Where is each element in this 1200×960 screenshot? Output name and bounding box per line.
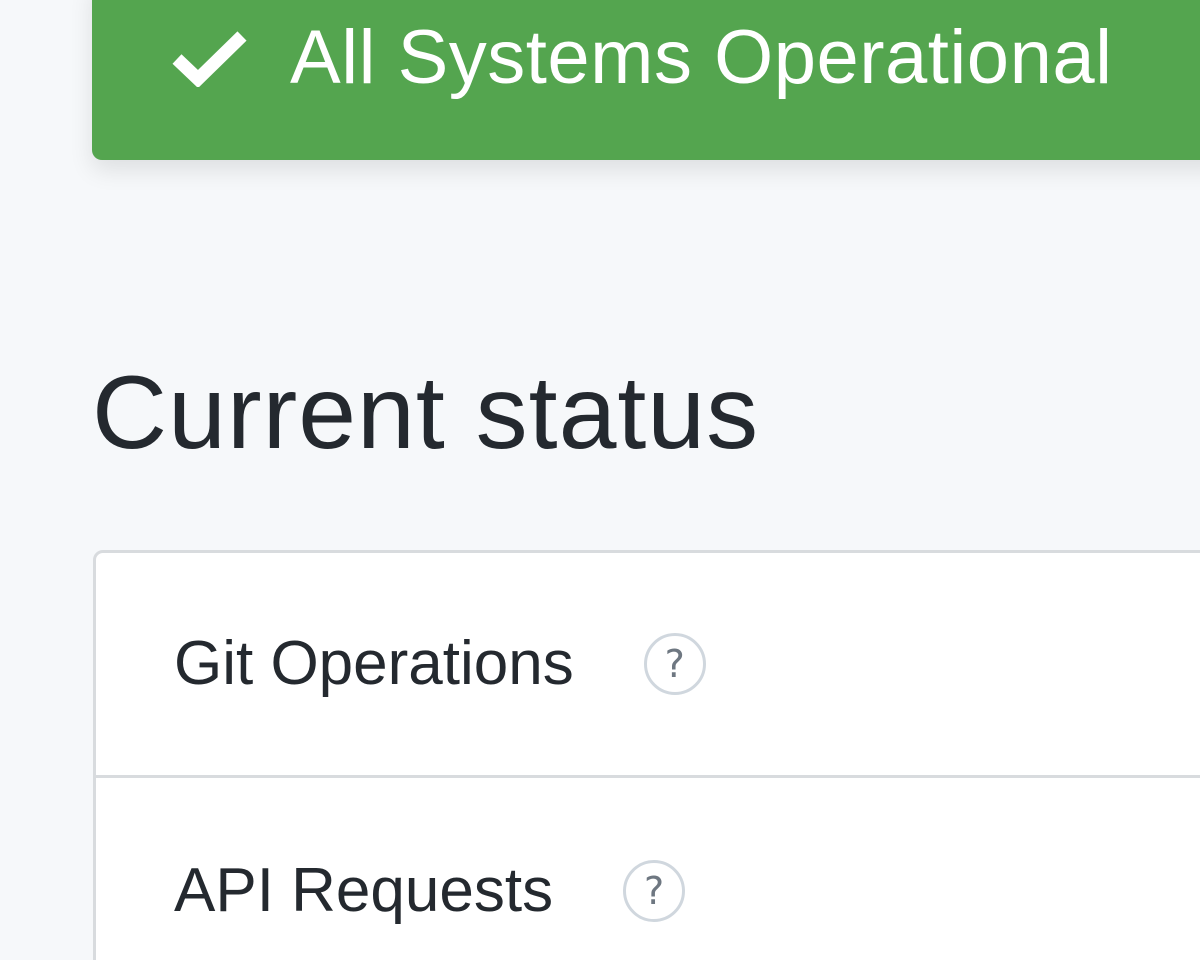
question-mark-icon[interactable]: ? bbox=[643, 633, 706, 695]
component-name: Git Operations bbox=[174, 629, 574, 698]
banner-content: All Systems Operational bbox=[170, 0, 1113, 116]
question-mark-icon[interactable]: ? bbox=[623, 859, 686, 922]
status-page: All Systems Operational Current status G… bbox=[0, 0, 1200, 960]
component-status-list: Git Operations ? API Requests ? bbox=[93, 550, 1200, 960]
check-icon bbox=[172, 31, 247, 87]
component-row-git-operations: Git Operations ? bbox=[96, 553, 1200, 778]
system-status-banner: All Systems Operational bbox=[92, 0, 1200, 160]
system-status-text: All Systems Operational bbox=[290, 15, 1113, 100]
component-name: API Requests bbox=[174, 855, 554, 925]
component-row-api-requests: API Requests ? bbox=[96, 778, 1200, 960]
current-status-heading: Current status bbox=[92, 355, 760, 471]
